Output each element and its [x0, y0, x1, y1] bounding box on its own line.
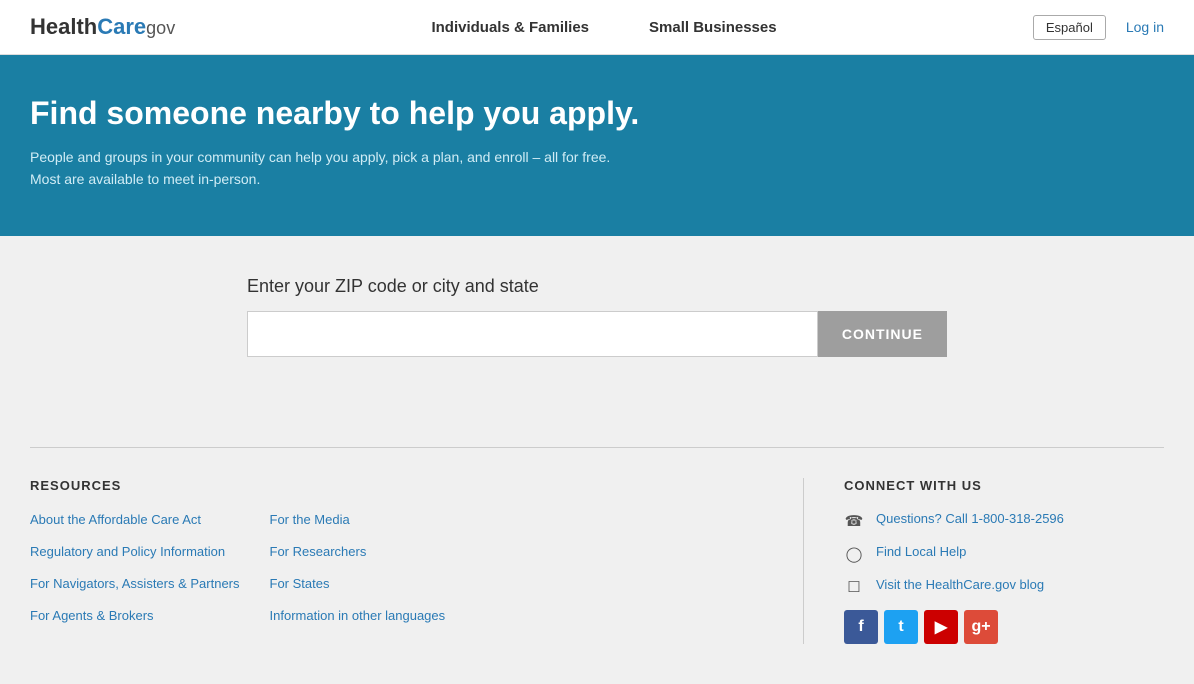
header-right: Español Log in [1033, 15, 1164, 40]
login-link[interactable]: Log in [1126, 19, 1164, 35]
footer-section: RESOURCES About the Affordable Care Act … [0, 478, 1194, 684]
section-divider [30, 447, 1164, 448]
main-nav: Individuals & Families Small Businesses [175, 19, 1033, 36]
nav-individuals[interactable]: Individuals & Families [431, 19, 589, 36]
hero-subtitle: People and groups in your community can … [30, 146, 630, 191]
resources-column: RESOURCES About the Affordable Care Act … [30, 478, 804, 644]
hero-title: Find someone nearby to help you apply. [30, 95, 730, 132]
connect-heading: CONNECT WITH US [844, 478, 1164, 493]
resources-col2: For the Media For Researchers For States… [270, 511, 446, 626]
search-section: Enter your ZIP code or city and state CO… [247, 276, 947, 357]
resource-navigators[interactable]: For Navigators, Assisters & Partners [30, 575, 240, 593]
facebook-button[interactable]: f [844, 610, 878, 644]
hero-banner: Find someone nearby to help you apply. P… [0, 55, 1194, 236]
zip-input[interactable] [247, 311, 818, 357]
blog-link[interactable]: Visit the HealthCare.gov blog [876, 577, 1044, 592]
social-icons: f t ▶ g+ [844, 610, 1164, 644]
header: HealthCaregov Individuals & Families Sma… [0, 0, 1194, 55]
search-label: Enter your ZIP code or city and state [247, 276, 947, 297]
logo-gov: gov [146, 18, 175, 38]
phone-link[interactable]: Questions? Call 1-800-318-2596 [876, 511, 1064, 526]
connect-column: CONNECT WITH US ☎ Questions? Call 1-800-… [804, 478, 1164, 644]
person-icon: ◯ [844, 545, 864, 563]
resources-heading: RESOURCES [30, 478, 763, 493]
resources-links: About the Affordable Care Act Regulatory… [30, 511, 763, 626]
connect-phone: ☎ Questions? Call 1-800-318-2596 [844, 511, 1164, 530]
logo-health: Health [30, 14, 97, 39]
connect-local-help: ◯ Find Local Help [844, 544, 1164, 563]
continue-button[interactable]: CONTINUE [818, 311, 947, 357]
search-row: CONTINUE [247, 311, 947, 357]
espanol-button[interactable]: Español [1033, 15, 1106, 40]
googleplus-button[interactable]: g+ [964, 610, 998, 644]
resource-states[interactable]: For States [270, 575, 446, 593]
resource-researchers[interactable]: For Researchers [270, 543, 446, 561]
logo-care: Care [97, 14, 146, 39]
phone-icon: ☎ [844, 512, 864, 530]
main-content: Enter your ZIP code or city and state CO… [0, 236, 1194, 397]
twitter-button[interactable]: t [884, 610, 918, 644]
nav-small-businesses[interactable]: Small Businesses [649, 19, 777, 36]
resource-media[interactable]: For the Media [270, 511, 446, 529]
resource-regulatory[interactable]: Regulatory and Policy Information [30, 543, 240, 561]
local-help-link[interactable]: Find Local Help [876, 544, 966, 559]
connect-blog: ☐ Visit the HealthCare.gov blog [844, 577, 1164, 596]
logo: HealthCaregov [30, 14, 175, 40]
chat-icon: ☐ [844, 578, 864, 596]
resources-col1: About the Affordable Care Act Regulatory… [30, 511, 240, 626]
resource-aca[interactable]: About the Affordable Care Act [30, 511, 240, 529]
youtube-button[interactable]: ▶ [924, 610, 958, 644]
